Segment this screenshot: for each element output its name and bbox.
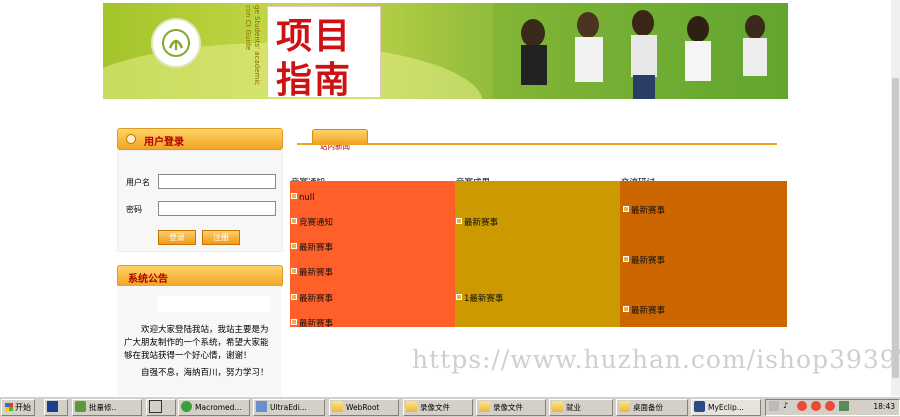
news-column-competition-results [455, 181, 620, 327]
taskbar-button-label: 录像文件 [420, 403, 450, 412]
watermark-text: https://www.huzhan.com/ishop39397 [412, 345, 900, 374]
taskbar-button[interactable]: UltraEdi... [253, 399, 325, 416]
register-button[interactable]: 注册 [202, 230, 240, 245]
password-input[interactable] [158, 201, 276, 216]
news-item-link[interactable]: 最新赛事 [291, 266, 333, 278]
taskbar-button-label: UltraEdi... [270, 403, 307, 412]
news-column-competition-notice [290, 181, 455, 327]
taskbar-button-label: 桌面备份 [633, 403, 663, 412]
scrollbar-thumb[interactable] [892, 78, 899, 378]
taskbar-button[interactable]: 就业 [549, 399, 613, 416]
taskbar-button[interactable]: 桌面备份 [616, 399, 688, 416]
network-icon[interactable] [839, 401, 849, 411]
macromedia-icon [181, 401, 192, 412]
system-tray: ♪ 18:43 [765, 399, 900, 416]
taskbar-button-label: Macromed... [195, 403, 242, 412]
media-icon[interactable] [146, 399, 176, 416]
folder-icon [552, 401, 563, 412]
taskbar-button-label: 录像文件 [493, 403, 523, 412]
taskbar-button[interactable]: WebRoot [329, 399, 399, 416]
printer-icon[interactable] [769, 401, 779, 411]
windows-flag-icon [5, 403, 13, 411]
news-item-link[interactable]: 最新赛事 [623, 304, 665, 316]
news-item-link[interactable]: 最新赛事 [623, 204, 665, 216]
taskbar-button-active[interactable]: MyEclip... [691, 399, 761, 416]
taskbar-button-label: 就业 [566, 403, 581, 412]
ultraedit-icon [256, 401, 267, 412]
news-divider [297, 143, 777, 145]
notice-paragraph-2: 自强不息，海纳百川，努力学习！ [124, 368, 269, 378]
taskbar-button[interactable]: 批量修.. [72, 399, 142, 416]
volume-icon[interactable]: ♪ [783, 401, 793, 411]
taskbar-button-label: MyEclip... [708, 403, 744, 412]
news-item-link[interactable]: 最新赛事 [456, 216, 498, 228]
news-item-link[interactable]: 最新赛事 [291, 241, 333, 253]
myeclipse-icon [694, 401, 705, 412]
news-item-link[interactable]: null [291, 193, 315, 203]
folder-icon [479, 401, 490, 412]
banner-title-line2: 指南 [276, 59, 353, 99]
taskbar-button[interactable]: 录像文件 [403, 399, 473, 416]
news-item-link[interactable]: 最新赛事 [291, 292, 333, 304]
photoshop-glyph-icon [47, 401, 58, 412]
banner-title: 项目 指南 [267, 6, 381, 99]
login-header-icon [126, 134, 136, 144]
site-banner: ge Students' academic con Ct Guide 项目 指南 [103, 3, 788, 99]
film-icon [149, 400, 162, 413]
qq-icon[interactable] [811, 401, 821, 411]
scrollbar[interactable] [891, 0, 900, 396]
app-icon [75, 401, 86, 412]
folder-icon [619, 401, 630, 412]
folder-icon [406, 401, 417, 412]
notice-panel-header: 系统公告 [117, 265, 283, 287]
news-item-link[interactable]: 最新赛事 [623, 254, 665, 266]
news-item-link[interactable]: 竞赛通知 [291, 216, 333, 228]
school-logo [151, 18, 201, 68]
news-item-link[interactable]: 最新赛事 [291, 317, 333, 329]
login-panel-title: 用户登录 [144, 137, 184, 148]
banner-vertical-text: ge Students' academic con Ct Guide [244, 5, 261, 86]
notice-panel-title: 系统公告 [128, 274, 168, 285]
login-panel-header: 用户登录 [117, 128, 283, 150]
windows-taskbar: 开始 批量修.. Macromed... UltraEdi... WebRoot… [0, 396, 900, 417]
taskbar-button[interactable]: Macromed... [178, 399, 250, 416]
qq-icon[interactable] [797, 401, 807, 411]
notice-text: 欢迎大家登陆我站，我站主要是为广大朋友制作的一个系统，希望大家能够在我站获得一个… [124, 324, 274, 380]
username-input[interactable] [158, 174, 276, 189]
notice-paragraph-1: 欢迎大家登陆我站，我站主要是为广大朋友制作的一个系统，希望大家能够在我站获得一个… [124, 325, 269, 361]
photoshop-icon[interactable] [44, 399, 68, 416]
username-label: 用户名 [126, 178, 150, 187]
taskbar-button-label: 批量修.. [89, 403, 117, 412]
password-label: 密码 [126, 205, 142, 214]
start-label: 开始 [15, 403, 31, 412]
notice-marquee-area [158, 296, 270, 312]
taskbar-button[interactable]: 录像文件 [476, 399, 546, 416]
qq-icon[interactable] [825, 401, 835, 411]
login-button[interactable]: 登录 [158, 230, 196, 245]
taskbar-clock[interactable]: 18:43 [873, 402, 895, 411]
taskbar-button-label: WebRoot [346, 403, 380, 412]
start-button[interactable]: 开始 [1, 399, 35, 416]
banner-photo [493, 3, 788, 99]
folder-icon [332, 401, 343, 412]
news-item-link[interactable]: 1最新赛事 [456, 292, 503, 304]
